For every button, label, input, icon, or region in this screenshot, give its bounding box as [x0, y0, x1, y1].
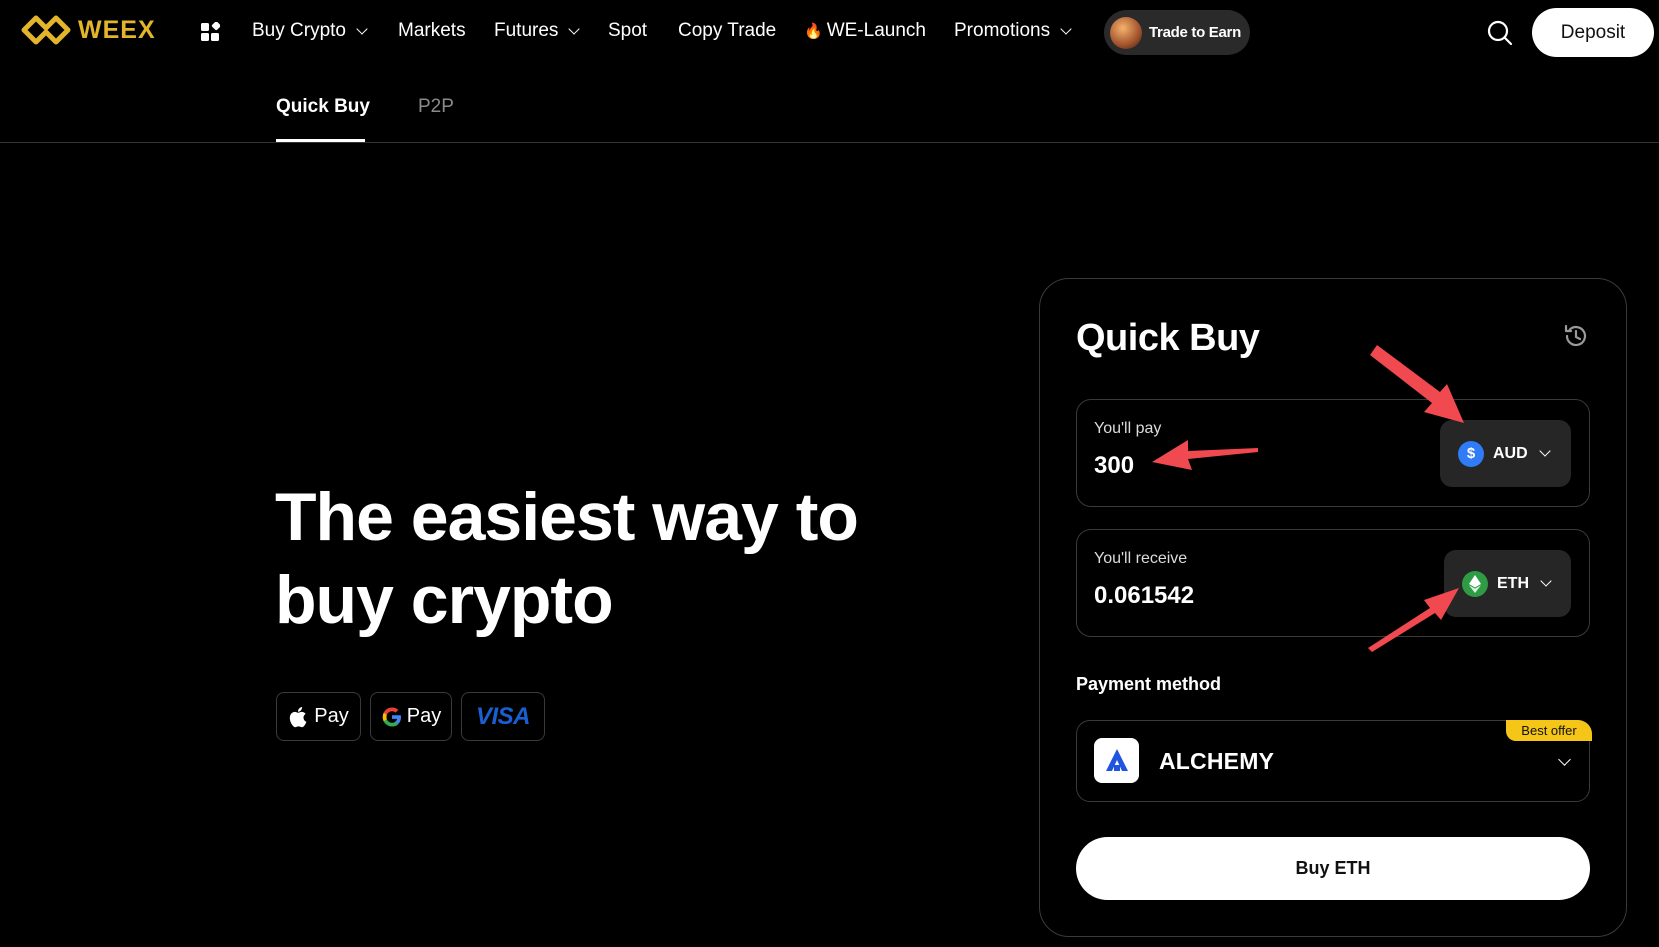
- hero-line-1: The easiest way to: [275, 479, 859, 555]
- weex-logo[interactable]: WEEX: [20, 14, 156, 46]
- receive-field: You'll receive 0.061542 ETH: [1076, 529, 1590, 637]
- trade-to-earn-avatar: [1110, 16, 1142, 49]
- nav-buy-crypto-label: Buy Crypto: [252, 20, 346, 41]
- chevron-down-icon: [1540, 575, 1552, 587]
- tab-quick-buy[interactable]: Quick Buy: [276, 96, 370, 118]
- active-tab-indicator: [276, 139, 365, 142]
- trade-to-earn-button[interactable]: Trade to Earn: [1104, 10, 1250, 55]
- nav-promotions-label: Promotions: [954, 20, 1051, 41]
- nav-markets[interactable]: Markets: [398, 20, 466, 42]
- visa-text: VISA: [475, 702, 531, 730]
- nav-futures[interactable]: Futures: [494, 20, 581, 42]
- buy-crypto-tabs: Quick Buy P2P: [0, 64, 1659, 143]
- pay-currency-code: AUD: [1493, 444, 1528, 462]
- alchemy-logo-icon: [1094, 738, 1139, 783]
- hero-heading: The easiest way to buy crypto: [275, 476, 895, 642]
- nav-we-launch-label: WE-Launch: [826, 20, 926, 41]
- quick-buy-card: Quick Buy You'll pay 300 $ AUD You'll re…: [1039, 278, 1627, 937]
- chevron-down-icon: [1060, 22, 1072, 35]
- card-title: Quick Buy: [1076, 317, 1260, 359]
- payment-provider-name: ALCHEMY: [1159, 748, 1275, 774]
- tab-p2p[interactable]: P2P: [418, 96, 454, 118]
- hero-line-2: buy crypto: [275, 562, 614, 638]
- pay-amount-input[interactable]: 300: [1094, 452, 1134, 480]
- nav-promotions[interactable]: Promotions: [954, 20, 1072, 42]
- apps-grid-icon[interactable]: [200, 22, 220, 42]
- deposit-button[interactable]: Deposit: [1532, 8, 1654, 57]
- visa-logo: VISA: [461, 692, 545, 741]
- payment-logos: Pay Pay VISA: [276, 692, 545, 741]
- apple-pay-logo: Pay: [276, 692, 361, 741]
- pay-currency-selector[interactable]: $ AUD: [1440, 420, 1571, 487]
- google-pay-text: Pay: [406, 705, 442, 727]
- nav-spot-label: Spot: [608, 20, 648, 41]
- google-pay-logo: Pay: [370, 692, 452, 741]
- history-icon[interactable]: [1562, 322, 1590, 350]
- nav-we-launch[interactable]: 🔥 WE-Launch: [804, 20, 926, 42]
- nav-spot[interactable]: Spot: [608, 20, 647, 42]
- buy-eth-button[interactable]: Buy ETH: [1076, 837, 1590, 900]
- chevron-down-icon: [568, 22, 581, 35]
- search-icon[interactable]: [1487, 20, 1513, 46]
- pay-field: You'll pay 300 $ AUD: [1076, 399, 1590, 507]
- apple-icon: [290, 706, 307, 727]
- nav-copy-trade-label: Copy Trade: [678, 20, 777, 41]
- pay-label: You'll pay: [1094, 420, 1162, 437]
- top-navigation: WEEX Buy Crypto Markets Futures Spot Cop…: [0, 0, 1659, 64]
- nav-buy-crypto[interactable]: Buy Crypto: [252, 20, 368, 42]
- google-g-icon: [382, 707, 401, 726]
- weex-logo-icon: [21, 15, 71, 45]
- receive-currency-selector[interactable]: ETH: [1444, 550, 1571, 617]
- fire-icon: 🔥: [804, 23, 823, 40]
- aud-coin-icon: $: [1458, 440, 1484, 467]
- nav-copy-trade[interactable]: Copy Trade: [678, 20, 776, 42]
- receive-label: You'll receive: [1094, 550, 1188, 567]
- trade-to-earn-label: Trade to Earn: [1149, 24, 1241, 41]
- receive-currency-code: ETH: [1497, 574, 1529, 592]
- payment-method-label: Payment method: [1076, 674, 1222, 694]
- nav-futures-label: Futures: [494, 20, 559, 41]
- brand-name: WEEX: [78, 15, 156, 44]
- chevron-down-icon: [1539, 445, 1551, 457]
- apple-pay-text: Pay: [314, 705, 349, 727]
- chevron-down-icon: [1558, 753, 1571, 766]
- payment-method-selector[interactable]: ALCHEMY Best offer: [1076, 720, 1592, 802]
- receive-amount: 0.061542: [1094, 582, 1195, 609]
- eth-coin-icon: [1462, 570, 1488, 597]
- best-offer-badge: Best offer: [1506, 720, 1592, 741]
- nav-markets-label: Markets: [398, 20, 466, 41]
- chevron-down-icon: [356, 22, 368, 35]
